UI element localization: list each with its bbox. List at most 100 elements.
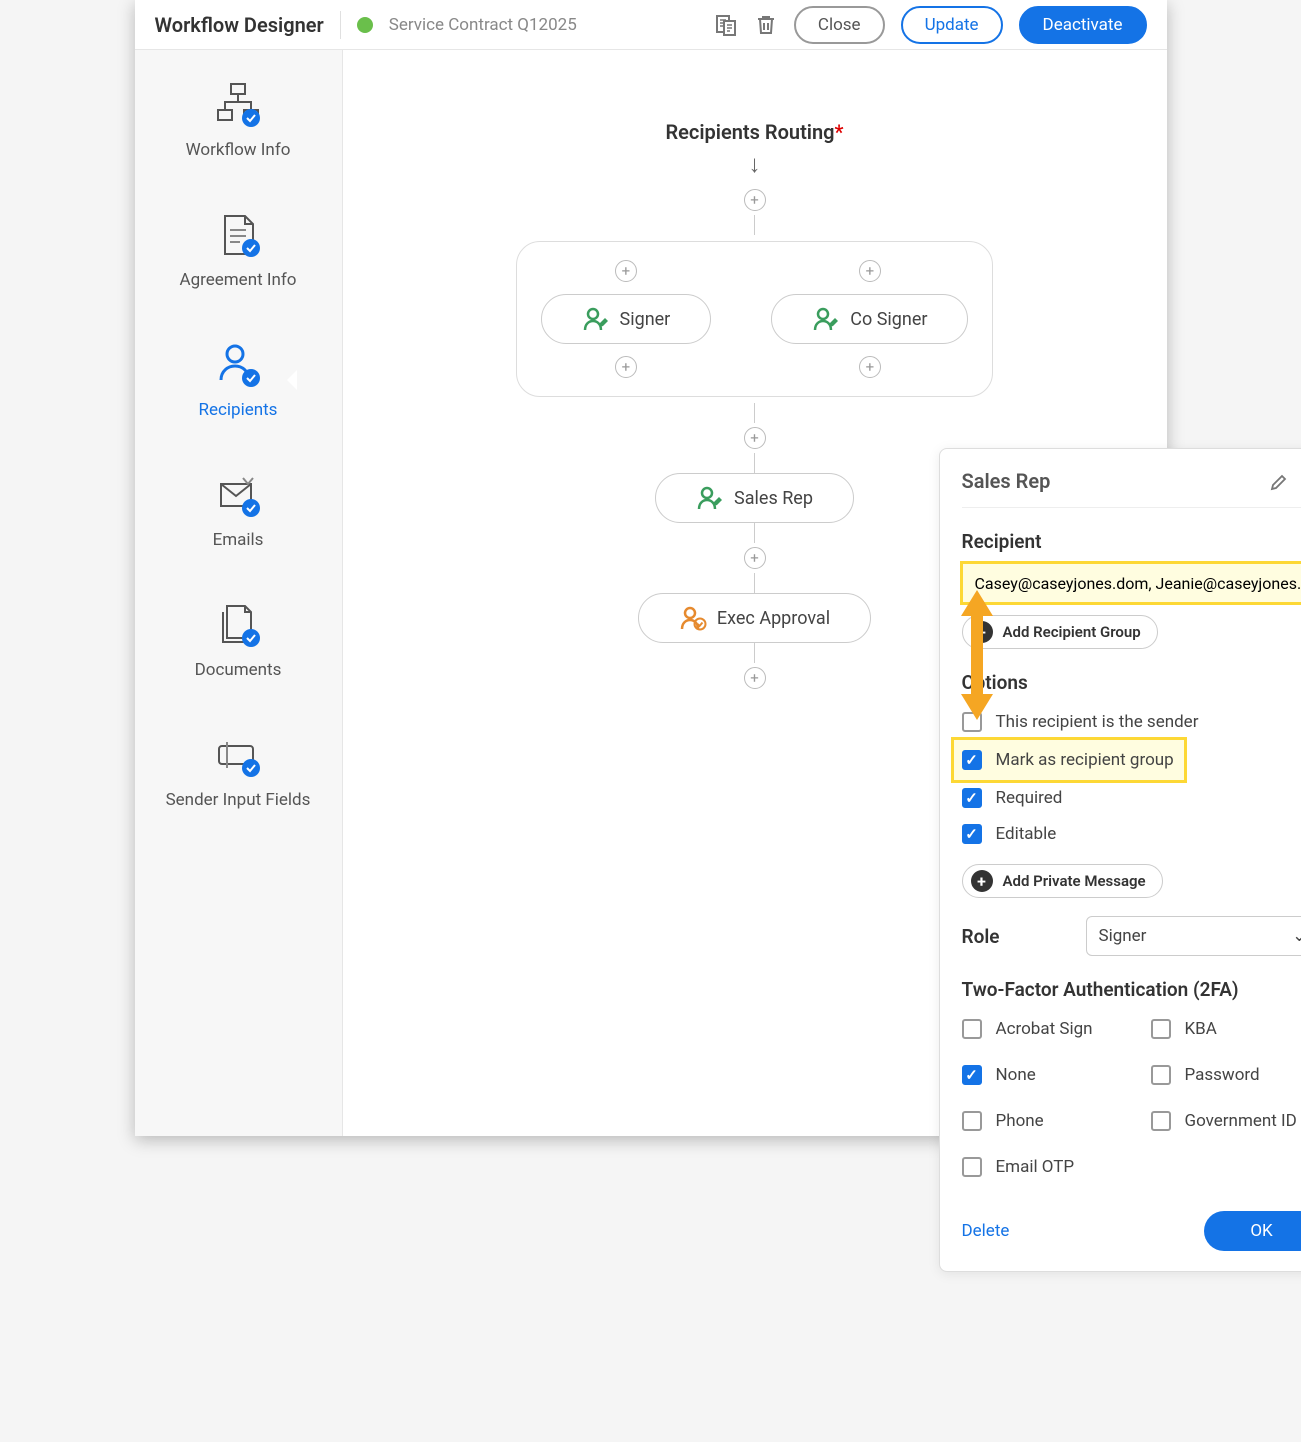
role-select[interactable]: Signer ⌄ [1086,916,1301,956]
option-label: Editable [996,824,1057,844]
option-label: This recipient is the sender [996,712,1199,732]
checkbox[interactable] [1151,1019,1171,1039]
checkbox[interactable] [962,712,982,732]
recipients-icon [213,340,263,390]
tfa-email-otp[interactable]: Email OTP [962,1149,1131,1185]
add-node-button[interactable]: + [744,427,766,449]
header-bar: Workflow Designer Service Contract Q1202… [135,0,1167,50]
add-private-message-button[interactable]: + Add Private Message [962,864,1163,898]
sidebar-item-sender-input-fields[interactable]: Sender Input Fields [166,730,311,810]
add-node-button[interactable]: + [859,356,881,378]
emails-icon [213,470,263,520]
close-button[interactable]: Close [794,6,885,44]
checkbox[interactable]: ✓ [962,750,982,770]
node-label: Co Signer [850,309,927,330]
sidebar: Workflow Info Agreement Info Recipients … [135,50,343,1136]
node-label: Sales Rep [734,488,813,509]
option-recipient-group[interactable]: ✓ Mark as recipient group [954,740,1184,780]
signer-icon [582,305,610,333]
node-sales-rep[interactable]: Sales Rep [655,473,854,523]
canvas: Recipients Routing* ↓ + + Signer + + [343,50,1167,1136]
tfa-kba[interactable]: KBA [1151,1011,1301,1047]
node-cosigner[interactable]: Co Signer [771,294,968,344]
option-label: Password [1185,1065,1260,1085]
node-exec-approval[interactable]: Exec Approval [638,593,871,643]
delete-link[interactable]: Delete [962,1221,1010,1241]
tfa-password[interactable]: Password [1151,1057,1301,1093]
template-icon[interactable] [714,13,738,37]
option-label: Phone [996,1111,1044,1131]
checkbox[interactable] [1151,1111,1171,1131]
sidebar-item-documents[interactable]: Documents [195,600,282,680]
arrow-down-icon: ↓ [749,150,761,179]
plus-icon: + [971,870,993,892]
add-node-button[interactable]: + [744,667,766,689]
option-required[interactable]: ✓ Required [962,780,1301,816]
sidebar-item-label: Recipients [199,400,278,420]
add-node-button[interactable]: + [744,189,766,211]
checkbox[interactable] [962,1157,982,1177]
option-editable[interactable]: ✓ Editable [962,816,1301,852]
sidebar-item-label: Workflow Info [186,140,291,160]
trash-icon[interactable] [754,13,778,37]
add-node-button[interactable]: + [859,260,881,282]
sidebar-item-workflow-info[interactable]: Workflow Info [186,80,291,160]
node-label: Signer [620,309,671,330]
option-label: Mark as recipient group [996,750,1174,770]
document-name: Service Contract Q12025 [389,15,577,35]
sidebar-item-label: Agreement Info [180,270,297,290]
checkbox[interactable] [1151,1065,1171,1085]
ok-button[interactable]: OK [1204,1211,1301,1251]
option-label: KBA [1185,1019,1217,1039]
update-button[interactable]: Update [901,6,1003,44]
add-node-button[interactable]: + [615,356,637,378]
divider [340,11,341,39]
sidebar-item-label: Emails [213,530,264,550]
routing-title: Recipients Routing* [575,120,935,144]
app-title: Workflow Designer [155,13,324,37]
button-label: Add Recipient Group [1003,623,1141,641]
recipient-panel: Sales Rep Recipient + Add Recipient Grou… [939,448,1301,1272]
option-label: None [996,1065,1036,1085]
checkbox[interactable] [962,1019,982,1039]
sidebar-item-label: Documents [195,660,282,680]
status-indicator-icon [357,17,373,33]
tfa-government-id[interactable]: Government ID [1151,1103,1301,1139]
tfa-none[interactable]: ✓ None [962,1057,1131,1093]
add-node-button[interactable]: + [615,260,637,282]
sidebar-item-emails[interactable]: Emails [213,470,264,550]
select-value: Signer [1099,926,1147,946]
option-label: Government ID [1185,1111,1297,1131]
approver-icon [679,604,707,632]
checkbox[interactable]: ✓ [962,824,982,844]
checkbox[interactable]: ✓ [962,1065,982,1085]
options-heading: Options [962,671,1301,694]
node-signer[interactable]: Signer [541,294,712,344]
edit-icon[interactable] [1270,471,1290,491]
plus-icon: + [971,621,993,643]
deactivate-button[interactable]: Deactivate [1019,6,1147,44]
add-node-button[interactable]: + [744,547,766,569]
tfa-acrobat-sign[interactable]: Acrobat Sign [962,1011,1131,1047]
signer-icon [812,305,840,333]
sender-input-fields-icon [213,730,263,780]
checkbox[interactable]: ✓ [962,788,982,808]
checkbox[interactable] [962,1111,982,1131]
node-label: Exec Approval [717,608,830,629]
panel-title: Sales Rep [962,469,1260,493]
add-recipient-group-button[interactable]: + Add Recipient Group [962,615,1158,649]
option-label: Acrobat Sign [996,1019,1093,1039]
recipient-email-input[interactable] [962,563,1301,603]
option-sender[interactable]: This recipient is the sender [962,704,1301,740]
signer-icon [696,484,724,512]
option-label: Required [996,788,1063,808]
agreement-info-icon [213,210,263,260]
sidebar-item-agreement-info[interactable]: Agreement Info [180,210,297,290]
tfa-phone[interactable]: Phone [962,1103,1131,1139]
documents-icon [213,600,263,650]
sidebar-item-recipients[interactable]: Recipients [199,340,278,420]
parallel-branch: + Signer + + Co Signer + [516,241,994,397]
recipient-heading: Recipient [962,530,1301,553]
chevron-down-icon: ⌄ [1292,926,1301,946]
button-label: Add Private Message [1003,872,1146,890]
